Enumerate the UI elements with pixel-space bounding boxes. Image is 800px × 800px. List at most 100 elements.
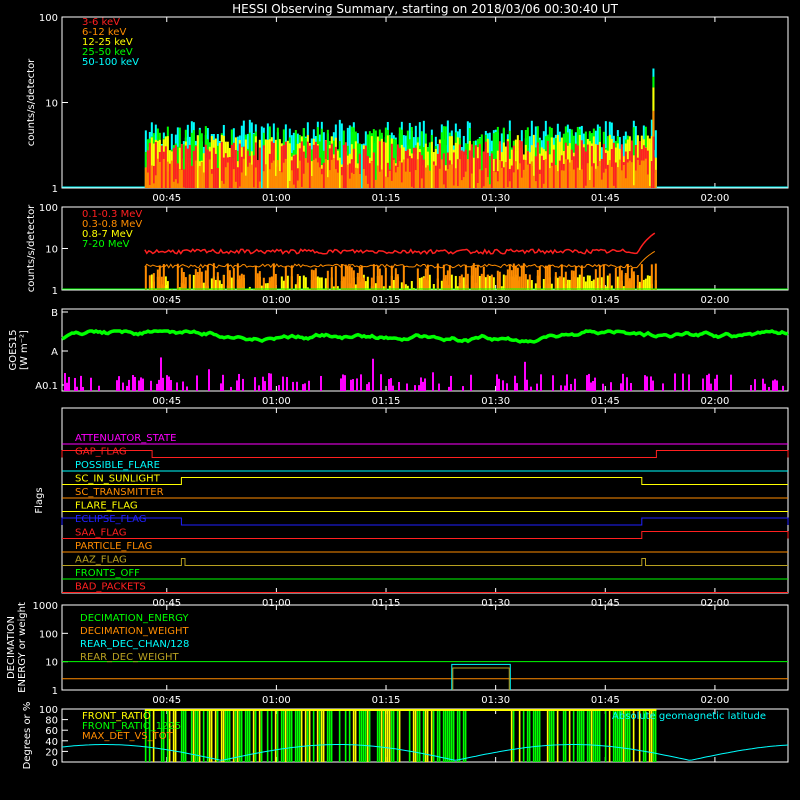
data-bar xyxy=(550,165,553,188)
data-bar xyxy=(488,275,491,290)
data-bar xyxy=(386,177,389,188)
ratio-bar xyxy=(418,709,421,762)
data-bar xyxy=(196,135,199,188)
data-bar xyxy=(390,180,393,188)
legend-entry: DECIMATION_ENERGY xyxy=(80,613,189,624)
data-bar xyxy=(188,144,191,188)
data-bar xyxy=(588,275,591,290)
data-bar xyxy=(312,270,315,290)
data-bar xyxy=(254,265,257,290)
data-bar xyxy=(220,180,223,188)
observing-summary-figure: HESSI Observing Summary, starting on 201… xyxy=(0,0,800,800)
y-tick-label: 80 xyxy=(45,716,58,727)
flag-label: FRONTS_OFF xyxy=(75,568,140,579)
data-bar xyxy=(246,166,249,188)
ratio-bar xyxy=(382,709,385,762)
goes-bar xyxy=(626,377,628,391)
ratio-bar xyxy=(288,709,291,762)
data-bar xyxy=(206,149,209,188)
data-bar xyxy=(188,275,191,290)
ratio-bar xyxy=(580,709,583,762)
x-tick-label: 01:30 xyxy=(481,695,510,706)
data-bar xyxy=(448,164,451,188)
data-bar xyxy=(164,146,167,188)
data-bar xyxy=(150,274,153,290)
goes-bar xyxy=(304,383,306,391)
x-tick-label: 01:00 xyxy=(262,295,291,306)
data-bar xyxy=(152,183,155,188)
data-bar xyxy=(404,171,407,188)
x-tick-label: 01:00 xyxy=(262,695,291,706)
flag-label: BAD_PACKETS xyxy=(75,582,146,593)
data-bar xyxy=(214,279,217,290)
data-bar xyxy=(292,184,295,188)
data-bar xyxy=(486,177,489,188)
data-bar xyxy=(584,185,587,188)
data-bar xyxy=(600,277,603,290)
data-bar xyxy=(570,160,573,188)
data-bar xyxy=(318,277,321,290)
data-bar xyxy=(524,159,527,188)
data-bar xyxy=(348,265,351,290)
goes-bar xyxy=(98,385,100,391)
flag-label: PARTICLE_FLAG xyxy=(75,541,152,552)
data-bar xyxy=(174,179,177,188)
data-bar xyxy=(154,175,157,188)
data-bar xyxy=(582,276,585,290)
goes-bar xyxy=(126,385,128,391)
goes-bar xyxy=(772,380,774,391)
data-bar xyxy=(450,164,453,188)
data-bar xyxy=(352,270,355,290)
ratio-bar xyxy=(596,709,599,762)
x-tick-label: 01:15 xyxy=(372,695,401,706)
goes-bar xyxy=(360,374,362,391)
data-bar xyxy=(598,265,601,290)
ratio-bar xyxy=(416,709,419,762)
goes-bar xyxy=(516,383,518,391)
data-bar xyxy=(376,265,379,290)
goes-bar xyxy=(128,379,130,391)
data-bar xyxy=(460,180,463,188)
goes-bar xyxy=(524,361,526,391)
ratio-bar xyxy=(376,709,379,762)
data-bar xyxy=(182,271,185,290)
data-bar xyxy=(496,270,499,290)
ratio-bar xyxy=(510,709,513,762)
data-bar xyxy=(504,162,507,188)
ratio-bar xyxy=(202,709,205,762)
goes-bar xyxy=(448,386,450,391)
goes-bar xyxy=(74,377,76,391)
data-bar xyxy=(586,163,589,188)
data-bar xyxy=(560,170,563,188)
goes-bar xyxy=(702,378,704,391)
data-bar xyxy=(156,158,159,188)
x-tick-label: 00:45 xyxy=(152,295,181,306)
data-bar xyxy=(448,265,451,290)
data-bar xyxy=(510,270,513,290)
data-bar xyxy=(198,165,201,188)
goes-bar xyxy=(340,378,342,391)
ratio-bar xyxy=(432,709,435,762)
y-tick-label: 100 xyxy=(39,629,58,640)
data-bar xyxy=(216,272,219,290)
goes-bar xyxy=(268,373,270,391)
goes-bar xyxy=(782,385,784,391)
data-bar xyxy=(420,277,423,290)
data-bar xyxy=(426,165,429,188)
data-bar xyxy=(648,138,651,188)
ratio-bar xyxy=(412,709,415,762)
data-bar xyxy=(428,274,431,290)
figure-title: HESSI Observing Summary, starting on 201… xyxy=(232,2,618,16)
x-tick-label: 02:00 xyxy=(700,396,729,407)
data-bar xyxy=(590,166,593,188)
goes-bar xyxy=(176,382,178,391)
data-bar xyxy=(518,276,521,290)
ratio-bar xyxy=(564,709,567,762)
data-bar xyxy=(298,275,301,290)
data-bar xyxy=(392,159,395,188)
ratio-bar xyxy=(354,709,357,762)
data-bar xyxy=(216,167,219,188)
data-bar xyxy=(556,171,559,188)
data-bar xyxy=(510,165,513,188)
data-bar xyxy=(240,273,243,290)
